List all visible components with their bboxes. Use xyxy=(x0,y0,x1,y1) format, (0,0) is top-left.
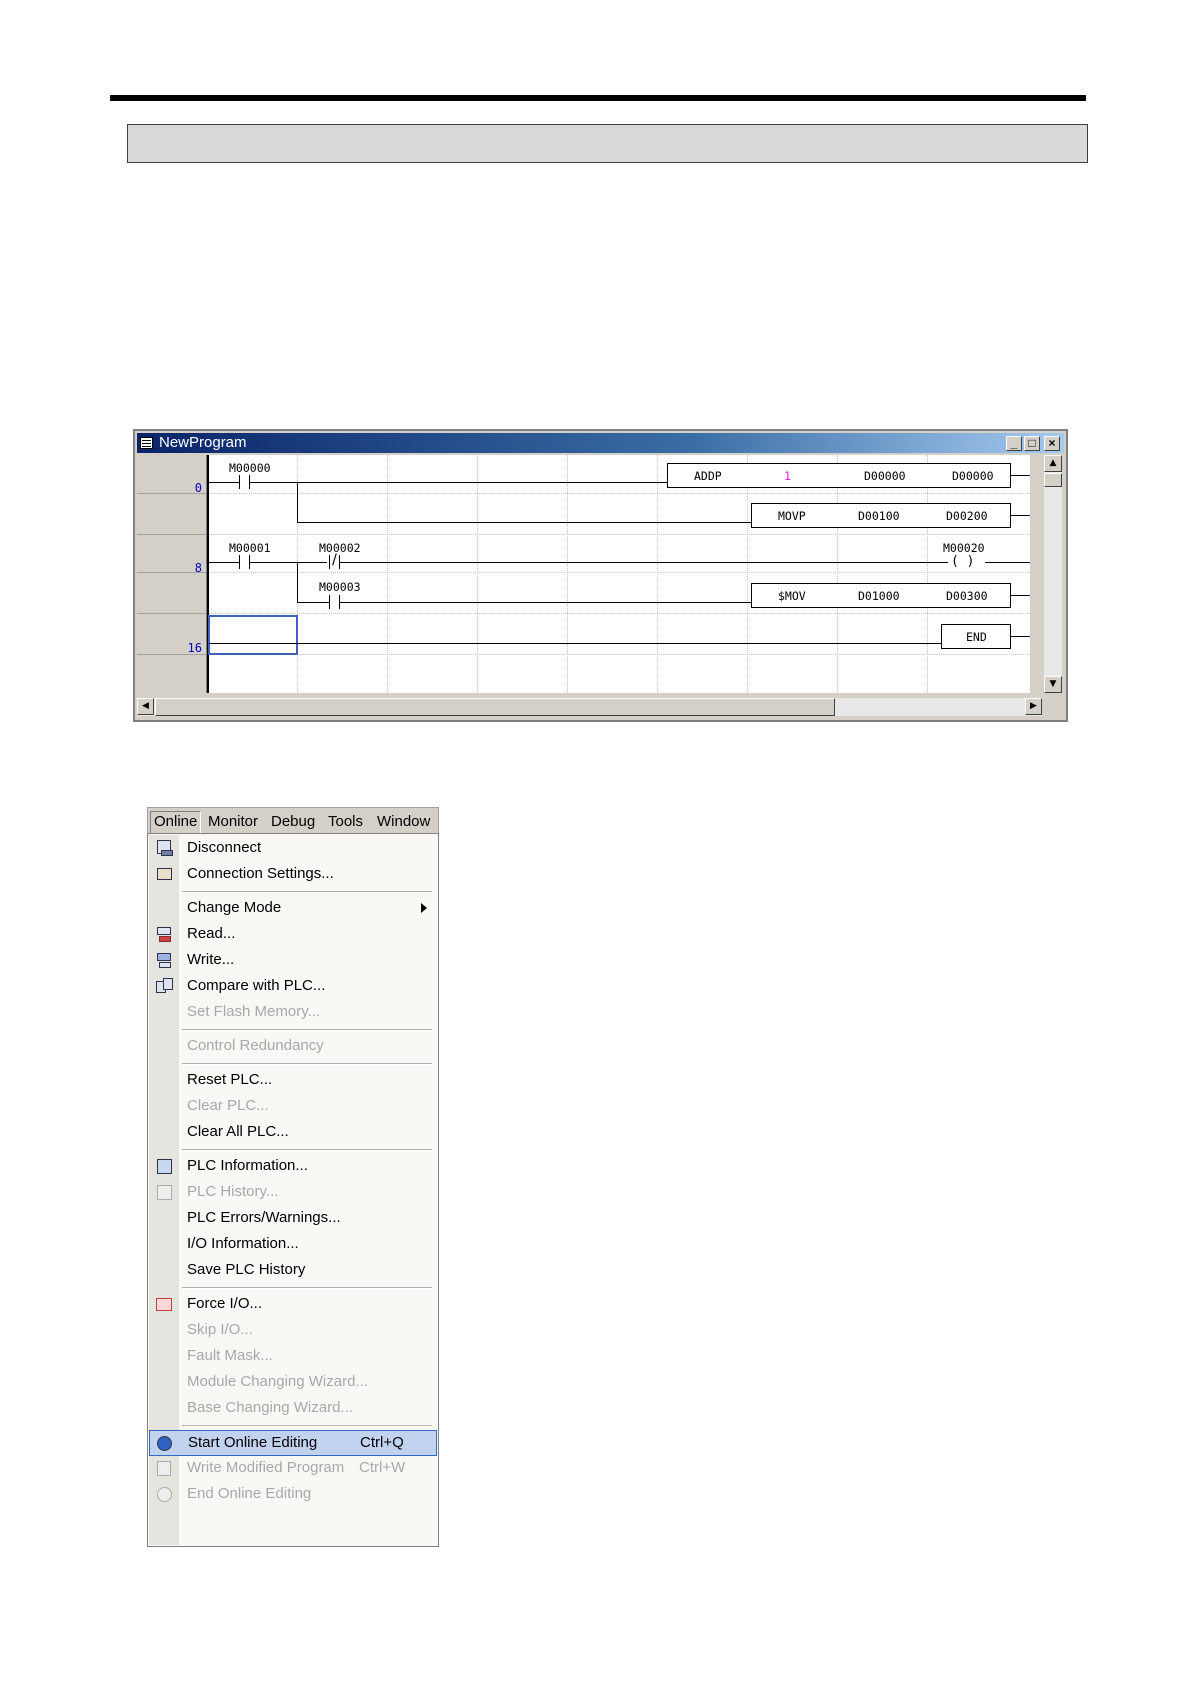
menu-item-plc-errors-warnings[interactable]: PLC Errors/Warnings... xyxy=(149,1206,437,1232)
menu-item-change-mode[interactable]: Change Mode xyxy=(149,896,437,922)
instruction-operand: 1 xyxy=(784,469,791,483)
instruction-operand: D00300 xyxy=(946,589,988,603)
connection-settings-icon xyxy=(155,866,175,884)
submenu-arrow-icon xyxy=(421,903,427,913)
instruction-op: END xyxy=(966,630,987,644)
menu-item-plc-information[interactable]: PLC Information... xyxy=(149,1154,437,1180)
addp-instruction[interactable]: ADDP 1 D00000 D00000 xyxy=(667,463,1011,488)
instruction-operand: D01000 xyxy=(858,589,900,603)
close-button[interactable]: × xyxy=(1044,436,1060,451)
menu-item-compare-with-plc[interactable]: Compare with PLC... xyxy=(149,974,437,1000)
online-dropdown: Disconnect Connection Settings... Change… xyxy=(147,833,439,1547)
menu-item-set-flash-memory[interactable]: Set Flash Memory... xyxy=(149,1000,437,1026)
menu-item-write[interactable]: Write... xyxy=(149,948,437,974)
horizontal-scrollbar[interactable]: ◀ ▶ xyxy=(137,698,1042,716)
section-title-box xyxy=(127,124,1088,163)
scroll-down-arrow-icon[interactable]: ▼ xyxy=(1044,676,1062,693)
window-title: NewProgram xyxy=(159,434,247,451)
menu-item-start-online-editing[interactable]: Start Online Editing Ctrl+Q xyxy=(149,1430,437,1456)
menu-item-read[interactable]: Read... xyxy=(149,922,437,948)
contact-label: M00003 xyxy=(319,580,361,594)
ladder-editor[interactable]: 0 8 16 M00000 ADDP 1 D00000 D00000 MOVP … xyxy=(137,455,1030,693)
menu-debug[interactable]: Debug xyxy=(268,811,318,832)
smov-instruction[interactable]: $MOV D01000 D00300 xyxy=(751,583,1011,608)
menu-item-write-modified-program[interactable]: Write Modified Program Ctrl+W xyxy=(149,1456,437,1482)
rung-number: 16 xyxy=(187,641,202,655)
menu-bar: Online Monitor Debug Tools Window xyxy=(147,807,439,834)
scroll-right-arrow-icon[interactable]: ▶ xyxy=(1025,698,1042,715)
scroll-up-arrow-icon[interactable]: ▲ xyxy=(1044,455,1062,472)
write-modified-program-icon xyxy=(155,1460,175,1478)
instruction-operand: D00100 xyxy=(858,509,900,523)
menu-item-fault-mask[interactable]: Fault Mask... xyxy=(149,1344,437,1370)
contact-label: M00001 xyxy=(229,541,271,555)
plc-information-icon xyxy=(155,1158,175,1176)
menu-item-disconnect[interactable]: Disconnect xyxy=(149,836,437,862)
menu-item-end-online-editing[interactable]: End Online Editing xyxy=(149,1482,437,1508)
menu-item-io-information[interactable]: I/O Information... xyxy=(149,1232,437,1258)
end-online-editing-icon xyxy=(155,1486,175,1504)
window-title-bar[interactable]: NewProgram _ □ × xyxy=(137,433,1064,453)
menu-window[interactable]: Window xyxy=(374,811,433,832)
menu-monitor[interactable]: Monitor xyxy=(205,811,261,832)
start-online-editing-icon xyxy=(156,1435,176,1453)
compare-icon xyxy=(155,978,175,996)
end-instruction[interactable]: END xyxy=(941,624,1011,649)
minimize-button[interactable]: _ xyxy=(1006,436,1022,451)
menu-item-plc-history[interactable]: PLC History... xyxy=(149,1180,437,1206)
menu-tools[interactable]: Tools xyxy=(325,811,366,832)
menu-item-reset-plc[interactable]: Reset PLC... xyxy=(149,1068,437,1094)
rung-number-gutter: 0 8 16 xyxy=(137,455,207,693)
menu-online[interactable]: Online xyxy=(150,811,202,834)
instruction-op: ADDP xyxy=(694,469,722,483)
instruction-op: MOVP xyxy=(778,509,806,523)
read-icon xyxy=(155,926,175,944)
menu-item-control-redundancy[interactable]: Control Redundancy xyxy=(149,1034,437,1060)
menu-item-module-changing-wizard[interactable]: Module Changing Wizard... xyxy=(149,1370,437,1396)
instruction-op: $MOV xyxy=(778,589,806,603)
vertical-scroll-thumb[interactable] xyxy=(1044,473,1062,487)
menu-item-save-plc-history[interactable]: Save PLC History xyxy=(149,1258,437,1284)
instruction-operand: D00200 xyxy=(946,509,988,523)
program-window-icon xyxy=(140,437,153,449)
maximize-button[interactable]: □ xyxy=(1024,436,1040,451)
instruction-operand: D00000 xyxy=(952,469,994,483)
page-top-rule xyxy=(110,95,1086,101)
force-io-icon xyxy=(155,1296,175,1314)
menu-item-clear-all-plc[interactable]: Clear All PLC... xyxy=(149,1120,437,1146)
instruction-operand: D00000 xyxy=(864,469,906,483)
ladder-program-window: NewProgram _ □ × 0 8 16 M00000 ADDP 1 D0… xyxy=(133,429,1068,722)
horizontal-scroll-thumb[interactable] xyxy=(155,698,835,716)
shortcut-label: Ctrl+Q xyxy=(360,1434,404,1451)
plc-history-icon xyxy=(155,1184,175,1202)
coil-label: M00020 xyxy=(943,541,985,555)
menu-item-clear-plc[interactable]: Clear PLC... xyxy=(149,1094,437,1120)
vertical-scrollbar[interactable]: ▲ ▼ xyxy=(1044,455,1062,693)
rung-number: 0 xyxy=(194,481,202,495)
left-power-rail xyxy=(207,455,209,693)
movp-instruction[interactable]: MOVP D00100 D00200 xyxy=(751,503,1011,528)
online-menu-screenshot: Online Monitor Debug Tools Window Discon… xyxy=(147,807,439,1547)
menu-item-connection-settings[interactable]: Connection Settings... xyxy=(149,862,437,888)
disconnect-icon xyxy=(155,840,175,858)
menu-item-skip-io[interactable]: Skip I/O... xyxy=(149,1318,437,1344)
scroll-left-arrow-icon[interactable]: ◀ xyxy=(137,698,154,715)
menu-item-base-changing-wizard[interactable]: Base Changing Wizard... xyxy=(149,1396,437,1422)
contact-label: M00000 xyxy=(229,461,271,475)
write-icon xyxy=(155,952,175,970)
menu-item-force-io[interactable]: Force I/O... xyxy=(149,1292,437,1318)
rung-number: 8 xyxy=(194,561,202,575)
shortcut-label: Ctrl+W xyxy=(359,1459,406,1476)
coil-icon[interactable]: ( ) xyxy=(951,554,974,569)
edit-cursor[interactable] xyxy=(208,615,298,655)
